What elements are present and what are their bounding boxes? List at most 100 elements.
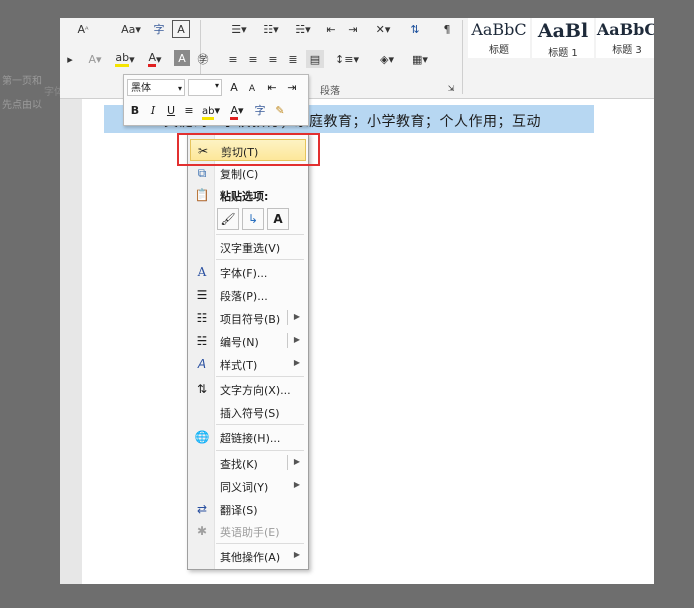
align-right-icon[interactable]: ≡ xyxy=(264,50,282,68)
mini-format-painter-icon[interactable]: ✎ xyxy=(272,102,288,120)
menu-item-label: 复制(C) xyxy=(220,168,259,181)
menu-item-label: 项目符号(B) xyxy=(220,313,281,326)
document-margin xyxy=(60,99,82,584)
document-page[interactable] xyxy=(82,99,654,584)
borders-icon[interactable]: ▦▾ xyxy=(406,50,434,68)
menu-item-label: 超链接(H)... xyxy=(220,432,281,445)
style-name: 标题 3 xyxy=(612,45,642,56)
shading-icon[interactable]: ◈▾ xyxy=(372,50,402,68)
menu-item-styles[interactable]: A 样式(T) ▶ xyxy=(190,353,306,375)
menu-item-font[interactable]: A 字体(F)... xyxy=(190,261,306,283)
keep-source-format-icon[interactable]: 🖌 xyxy=(217,208,239,230)
justify-icon[interactable]: ≣ xyxy=(284,50,302,68)
submenu-arrow-icon[interactable]: ▶ xyxy=(294,457,300,466)
mini-font-name: 黑体 xyxy=(131,83,151,94)
style-preview: AaBl xyxy=(537,20,589,42)
hyperlink-icon: 🌐 xyxy=(194,430,210,444)
submenu-arrow-icon: ▶ xyxy=(293,358,300,367)
highlight-annotation-box xyxy=(177,133,320,166)
menu-item-synonyms[interactable]: 同义词(Y) ▶ xyxy=(190,475,306,497)
numbering-ribbon-icon[interactable]: ☷▾ xyxy=(256,20,286,38)
menu-item-english-assistant: ✱ 英语助手(E) xyxy=(190,520,306,542)
mini-increase-indent-icon[interactable]: ⇥ xyxy=(284,79,300,97)
submenu-arrow-icon: ▶ xyxy=(293,480,300,489)
menu-item-label: 文字方向(X)... xyxy=(220,384,291,397)
english-assistant-icon: ✱ xyxy=(196,524,208,538)
grow-shrink-font-icon[interactable]: Aᴬ xyxy=(68,20,98,38)
menu-item-label: 英语助手(E) xyxy=(220,526,280,539)
font-color-icon[interactable]: A ▾ xyxy=(142,50,168,68)
menu-item-label: 字体(F)... xyxy=(220,267,268,280)
text-effect-icon[interactable]: A▾ xyxy=(84,50,106,68)
mini-center-icon[interactable]: ≡ xyxy=(181,102,197,120)
bullets-icon: ☷ xyxy=(196,311,208,325)
chinese-layout-icon[interactable]: ✕▾ xyxy=(370,20,396,38)
style-heading-1[interactable]: AaBl 标题 1 xyxy=(532,18,594,59)
paragraph-dialog-launcher-icon[interactable]: ⇲ xyxy=(446,82,456,94)
sort-icon[interactable]: ⇅ xyxy=(406,20,424,38)
keep-text-only-icon[interactable]: A xyxy=(267,208,289,230)
menu-item-reconvert[interactable]: 汉字重选(V) xyxy=(190,236,306,258)
mini-pinyin-icon[interactable]: 字 xyxy=(252,102,268,120)
mini-toolbar: 黑体 ▾ ▾ A A ⇤ ⇥ B I U ≡ ab▾ A▾ 字 ✎ xyxy=(123,74,309,126)
paragraph-icon: ☰ xyxy=(196,288,208,302)
menu-item-label: 粘贴选项: xyxy=(220,190,269,203)
mini-highlight-icon[interactable]: ab▾ xyxy=(199,102,223,120)
highlight-color-icon[interactable]: ab ▾ xyxy=(110,50,140,68)
menu-item-insert-symbol[interactable]: 插入符号(S) xyxy=(190,401,306,423)
mini-shrink-font-button[interactable]: A xyxy=(244,80,260,98)
character-border-icon[interactable]: A xyxy=(172,20,190,38)
submenu-arrow-icon[interactable]: ▶ xyxy=(294,335,300,344)
mini-font-size-box[interactable]: ▾ xyxy=(188,79,222,96)
menu-item-hyperlink[interactable]: 🌐 超链接(H)... xyxy=(190,426,306,448)
align-left-icon[interactable]: ≡ xyxy=(224,50,242,68)
align-center-icon[interactable]: ≡ xyxy=(244,50,262,68)
increase-indent-icon[interactable]: ⇥ xyxy=(344,20,362,38)
translate-icon: ⇄ xyxy=(196,502,208,516)
enclose-character-icon[interactable]: ㊫ xyxy=(194,50,212,68)
mini-grow-font-button[interactable]: A xyxy=(226,79,242,97)
menu-item-translate[interactable]: ⇄ 翻译(S) xyxy=(190,498,306,520)
decrease-indent-icon[interactable]: ⇤ xyxy=(322,20,340,38)
style-name: 标题 1 xyxy=(548,48,578,59)
styles-icon: A xyxy=(197,357,207,371)
menu-item-text-direction[interactable]: ⇅ 文字方向(X)... xyxy=(190,378,306,400)
menu-item-label: 编号(N) xyxy=(220,336,259,349)
mini-underline-button[interactable]: U xyxy=(163,102,179,120)
mini-font-name-box[interactable]: 黑体 ▾ xyxy=(127,79,185,96)
mini-italic-button[interactable]: I xyxy=(145,102,161,120)
style-normal[interactable]: AaBbC 标题 xyxy=(468,18,530,58)
submenu-arrow-icon: ▶ xyxy=(293,550,300,559)
copy-icon: ⧉ xyxy=(197,165,207,180)
menu-item-paste-options: 📋 粘贴选项: xyxy=(190,184,306,206)
character-shading-icon[interactable]: A xyxy=(174,50,190,66)
show-marks-icon[interactable]: ¶ xyxy=(438,20,456,38)
menu-item-paragraph[interactable]: ☰ 段落(P)... xyxy=(190,284,306,306)
submenu-arrow-icon[interactable]: ▶ xyxy=(294,312,300,321)
multilevel-list-icon[interactable]: ☵▾ xyxy=(288,20,318,38)
menu-item-find[interactable]: 查找(K) ▶ xyxy=(190,452,306,474)
paste-icon: 📋 xyxy=(194,188,210,202)
numbering-icon: ☵ xyxy=(196,334,208,348)
bullets-ribbon-icon[interactable]: ☰▾ xyxy=(224,20,254,38)
merge-format-icon[interactable]: ↳ xyxy=(242,208,264,230)
context-menu: ✂ 剪切(T) ⧉ 复制(C) 📋 粘贴选项: 🖌 ↳ A 汉字重选(V) A … xyxy=(187,133,309,570)
mini-font-color-label: A xyxy=(230,104,238,120)
line-spacing-icon[interactable]: ↕≡▾ xyxy=(334,50,360,68)
mini-font-color-button[interactable]: A▾ xyxy=(226,102,248,120)
style-heading-3[interactable]: AaBbC 标题 3 xyxy=(596,18,654,58)
style-name: 标题 xyxy=(489,45,509,56)
pinyin-guide-icon[interactable]: 字 xyxy=(150,20,168,38)
menu-item-numbering[interactable]: ☵ 编号(N) ▶ xyxy=(190,330,306,352)
paragraph-group-label: 段落 xyxy=(320,86,340,97)
chevron-down-icon: ▾ xyxy=(214,81,219,90)
font-icon: A xyxy=(197,265,207,279)
menu-item-more-actions[interactable]: 其他操作(A) ▶ xyxy=(190,545,306,567)
change-case-icon[interactable]: Aa▾ xyxy=(118,20,144,38)
mini-bold-button[interactable]: B xyxy=(127,102,143,120)
distributed-align-icon[interactable]: ▤ xyxy=(306,50,324,68)
collapse-icon[interactable]: ▸ xyxy=(64,50,76,68)
mini-decrease-indent-icon[interactable]: ⇤ xyxy=(264,79,280,97)
style-preview: AaBbC xyxy=(596,20,654,39)
menu-item-bullets[interactable]: ☷ 项目符号(B) ▶ xyxy=(190,307,306,329)
